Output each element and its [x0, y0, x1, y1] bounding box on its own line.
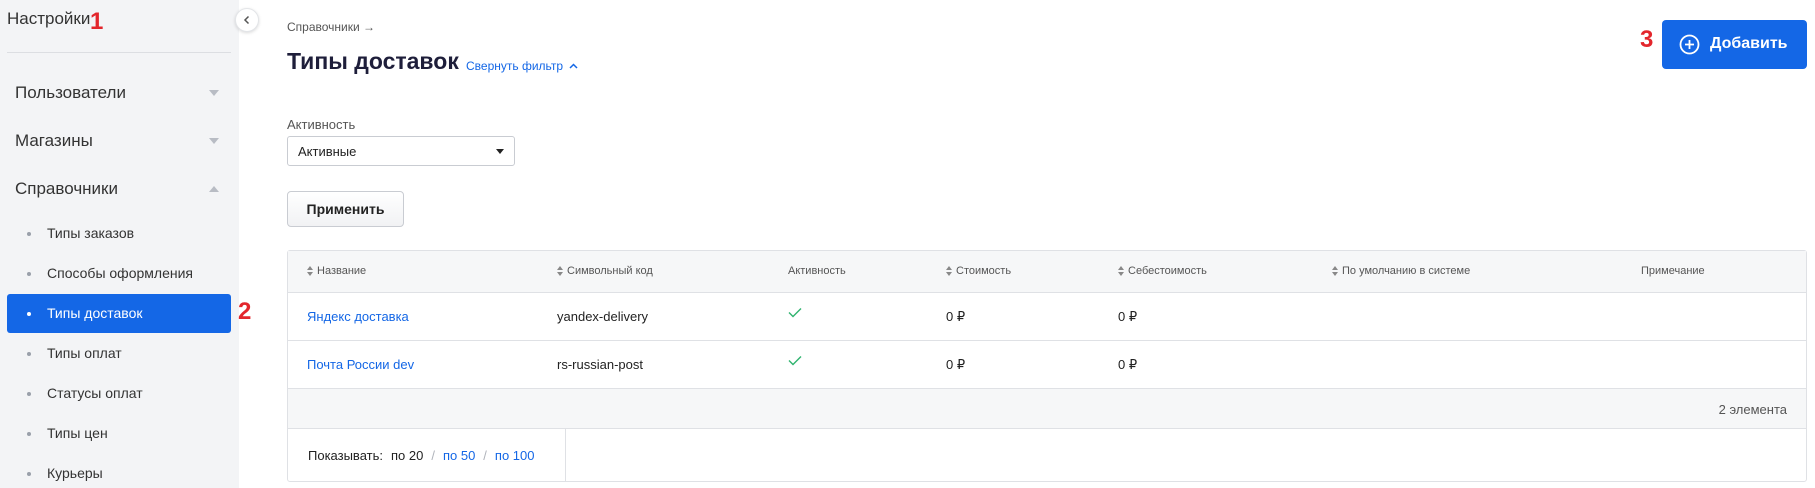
menu-group-references[interactable]: Справочники — [0, 166, 239, 212]
collapse-filter-label: Свернуть фильтр — [466, 59, 564, 73]
bullet-icon — [27, 272, 31, 276]
menu-group-users[interactable]: Пользователи — [0, 70, 239, 116]
page-size-option-50[interactable]: по 50 — [443, 448, 475, 463]
caret-down-icon — [496, 149, 504, 154]
delivery-cost: 0 ₽ — [946, 357, 966, 372]
table-header: Название Символьный код Активность Стоим… — [288, 251, 1806, 293]
activity-select[interactable]: Активные — [287, 136, 515, 166]
bullet-icon — [27, 392, 31, 396]
delivery-code: yandex-delivery — [557, 309, 649, 324]
delivery-self-cost: 0 ₽ — [1118, 357, 1138, 372]
add-button[interactable]: Добавить — [1662, 20, 1807, 69]
page-size-option-100[interactable]: по 100 — [495, 448, 535, 463]
items-count: 2 элемента — [1718, 402, 1787, 417]
menu-group-label: Справочники — [15, 179, 118, 198]
sort-icon — [1118, 266, 1124, 276]
add-button-label: Добавить — [1710, 35, 1788, 52]
sidebar-item-label: Способы оформления — [47, 265, 193, 281]
bullet-icon — [27, 232, 31, 236]
sidebar-item-label: Типы цен — [47, 425, 108, 441]
caret-down-icon — [209, 138, 219, 144]
delivery-cost: 0 ₽ — [946, 309, 966, 324]
sort-icon — [557, 266, 563, 276]
sort-icon — [946, 266, 952, 276]
bullet-icon — [27, 432, 31, 436]
sidebar: Настройки Пользователи Магазины Справочн… — [0, 0, 239, 488]
table-row: Яндекс доставка yandex-delivery 0 ₽ 0 ₽ — [288, 293, 1806, 341]
activity-select-value: Активные — [298, 144, 357, 159]
annotation-marker-3: 3 — [1640, 26, 1654, 53]
column-header-code[interactable]: Символьный код — [557, 265, 653, 277]
sort-icon — [1332, 266, 1338, 276]
sidebar-item-label: Типы оплат — [47, 345, 122, 361]
menu-group-shops[interactable]: Магазины — [0, 118, 239, 164]
column-header-name[interactable]: Название — [307, 265, 366, 277]
chevron-up-icon — [569, 63, 578, 69]
check-icon — [788, 356, 802, 366]
delivery-name-link[interactable]: Яндекс доставка — [307, 309, 409, 324]
caret-down-icon — [209, 90, 219, 96]
caret-up-icon — [209, 186, 219, 192]
sidebar-title: Настройки — [7, 9, 91, 28]
activity-filter-label: Активность — [287, 117, 356, 132]
sidebar-item-price-types[interactable]: Типы цен — [7, 414, 231, 453]
chevron-left-icon — [243, 15, 250, 25]
bullet-icon — [27, 472, 31, 476]
sidebar-item-label: Типы заказов — [47, 225, 135, 241]
table-row: Почта России dev rs-russian-post 0 ₽ 0 ₽ — [288, 341, 1806, 389]
page-size-label: Показывать: — [308, 448, 383, 463]
delivery-code: rs-russian-post — [557, 357, 643, 372]
sidebar-item-label: Курьеры — [47, 465, 103, 481]
pager-separator: / — [431, 448, 435, 463]
annotation-marker-1: 1 — [90, 8, 104, 35]
delivery-types-table: Название Символьный код Активность Стоим… — [287, 250, 1807, 482]
column-label: По умолчанию в системе — [1342, 265, 1471, 277]
column-header-self-cost[interactable]: Себестоимость — [1118, 265, 1207, 277]
check-icon — [788, 308, 802, 318]
annotation-marker-2: 2 — [238, 298, 252, 325]
column-header-active: Активность — [788, 265, 846, 277]
menu-group-label: Пользователи — [15, 83, 126, 102]
plus-circle-icon — [1679, 34, 1700, 55]
sort-icon — [307, 266, 313, 276]
sidebar-item-label: Статусы оплат — [47, 385, 143, 401]
column-header-note: Примечание — [1641, 265, 1705, 277]
table-count-bar: 2 элемента — [288, 389, 1806, 429]
bullet-icon — [27, 312, 31, 316]
column-label: Себестоимость — [1128, 265, 1207, 277]
column-header-default[interactable]: По умолчанию в системе — [1332, 265, 1470, 277]
sidebar-divider — [7, 52, 231, 53]
page-size-current: по 20 — [390, 448, 424, 463]
sidebar-item-payment-statuses[interactable]: Статусы оплат — [7, 374, 231, 413]
pager-separator: / — [483, 448, 487, 463]
sidebar-item-couriers[interactable]: Курьеры — [7, 454, 231, 488]
page-size-selector: Показывать: по 20 / по 50 / по 100 — [288, 429, 566, 482]
column-label: Примечание — [1641, 265, 1705, 277]
delivery-self-cost: 0 ₽ — [1118, 309, 1138, 324]
sidebar-item-checkout-methods[interactable]: Способы оформления — [7, 254, 231, 293]
sidebar-item-payment-types[interactable]: Типы оплат — [7, 334, 231, 373]
column-label: Стоимость — [956, 265, 1012, 277]
apply-button[interactable]: Применить — [287, 191, 404, 227]
column-label: Активность — [788, 265, 846, 277]
column-label: Название — [317, 265, 367, 277]
collapse-filter-link[interactable]: Свернуть фильтр — [466, 59, 578, 73]
collapse-sidebar-button[interactable] — [235, 8, 259, 32]
sidebar-item-order-types[interactable]: Типы заказов — [7, 214, 231, 253]
sidebar-item-label: Типы доставок — [47, 305, 143, 321]
breadcrumb[interactable]: Справочники → — [287, 20, 375, 34]
bullet-icon — [27, 352, 31, 356]
menu-group-label: Магазины — [15, 131, 93, 150]
page-title: Типы доставок — [287, 48, 459, 74]
sidebar-item-delivery-types[interactable]: Типы доставок — [7, 294, 231, 333]
column-label: Символьный код — [567, 265, 653, 277]
delivery-name-link[interactable]: Почта России dev — [307, 357, 414, 372]
column-header-cost[interactable]: Стоимость — [946, 265, 1011, 277]
